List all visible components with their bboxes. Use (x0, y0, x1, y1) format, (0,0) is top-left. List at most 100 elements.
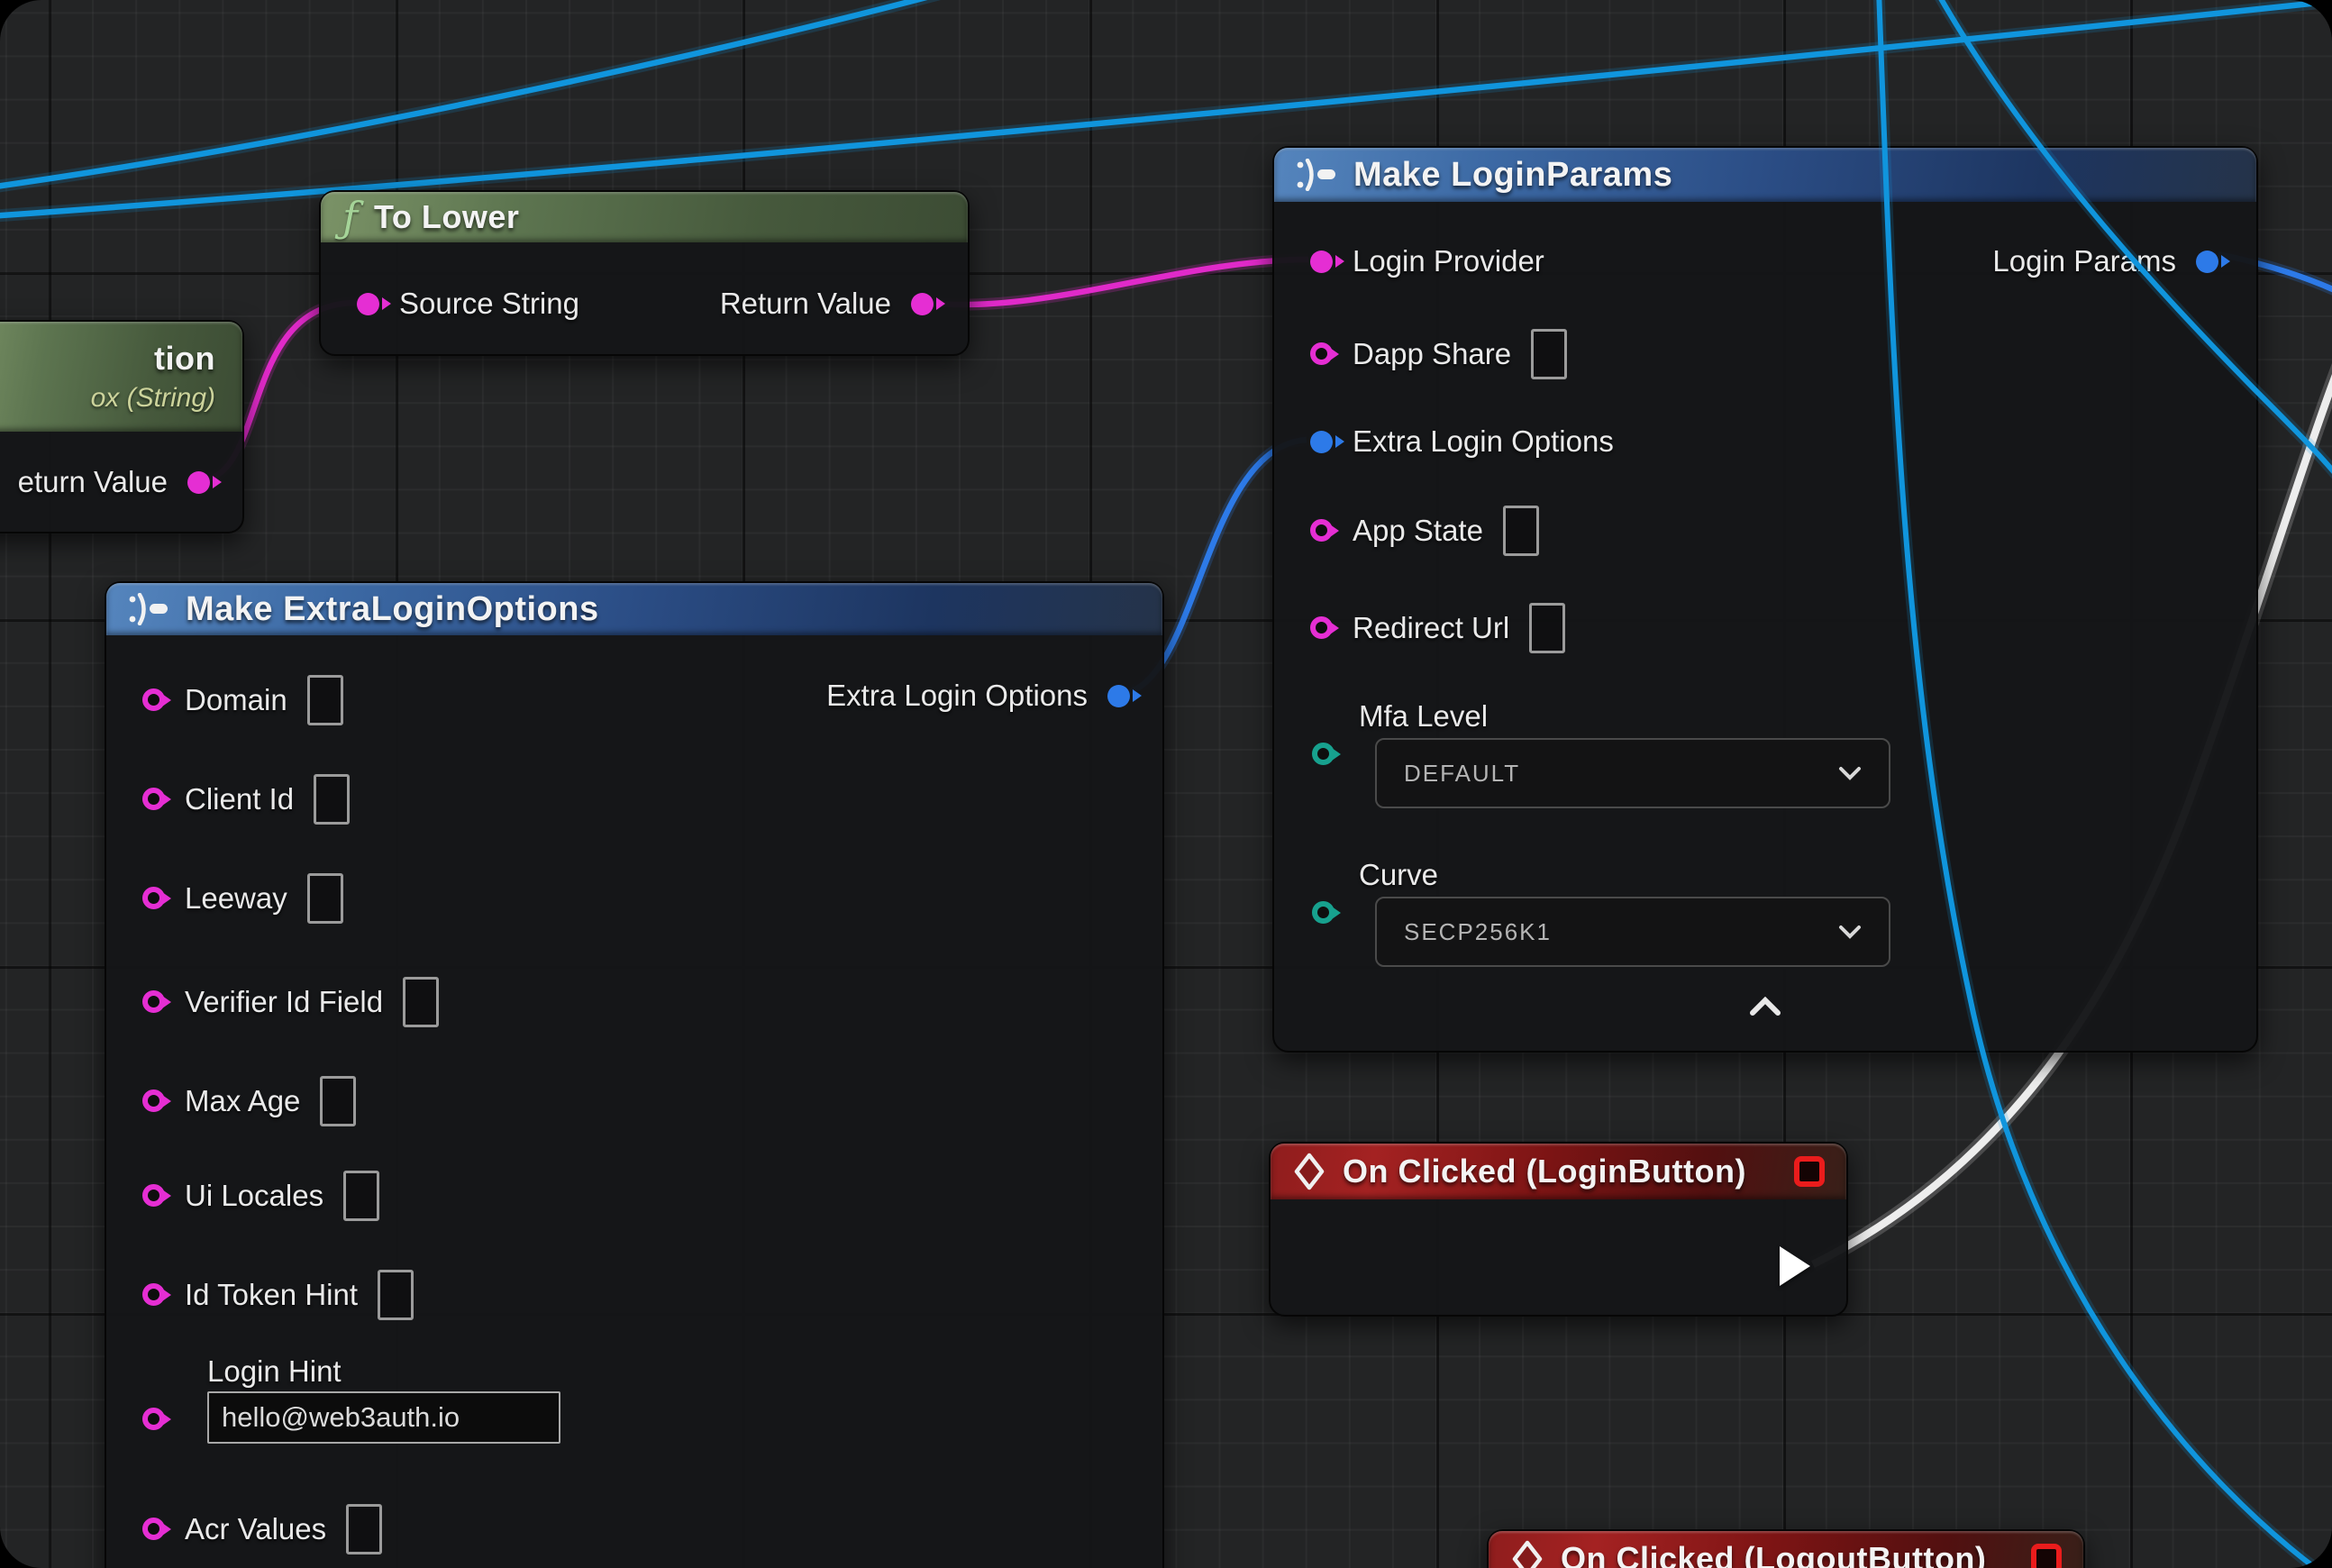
pin-row: Extra Login Options (1310, 424, 1614, 460)
pin-row: Extra Login Options (826, 678, 1130, 714)
node-title: Make ExtraLoginOptions (186, 590, 599, 629)
make-struct-icon (1296, 159, 1337, 191)
chevron-down-icon (1838, 766, 1862, 780)
source-string-input-pin[interactable] (357, 293, 379, 315)
ui-locales-checkbox[interactable] (343, 1171, 379, 1221)
pin-row: Return Value (720, 286, 934, 322)
ui-locales-input-pin[interactable] (142, 1184, 165, 1207)
node-make-extra-login-options[interactable]: Make ExtraLoginOptions Extra Login Optio… (105, 581, 1164, 1568)
mfa-level-label: Mfa Level (1359, 699, 1488, 734)
redirect-url-checkbox[interactable] (1529, 603, 1565, 653)
pin-label: Return Value (720, 287, 891, 321)
acr-values-checkbox[interactable] (346, 1504, 382, 1554)
mfa-level-input-pin[interactable] (1312, 743, 1335, 765)
extra-login-options-input-pin[interactable] (1310, 431, 1333, 453)
dropdown-value: DEFAULT (1404, 760, 1520, 788)
curve-label: Curve (1359, 858, 1438, 892)
pin-row: Leeway (142, 872, 343, 924)
pin-label: eturn Value (18, 465, 168, 499)
node-make-login-params-header[interactable]: Make LoginParams (1274, 148, 2256, 202)
pin-label: Login Hint (207, 1354, 342, 1389)
pin-label: Ui Locales (185, 1179, 323, 1213)
node-get-selected-option-header[interactable]: tion ox (String) (0, 322, 242, 432)
pin-row: eturn Value (18, 464, 210, 500)
id-token-hint-input-pin[interactable] (142, 1283, 165, 1306)
login-hint-input[interactable] (207, 1391, 560, 1444)
pin-label: Acr Values (185, 1512, 326, 1546)
redirect-url-input-pin[interactable] (1310, 616, 1333, 639)
max-age-checkbox[interactable] (320, 1076, 356, 1126)
leeway-input-pin[interactable] (142, 887, 165, 909)
app-state-input-pin[interactable] (1310, 519, 1333, 542)
dapp-share-input-pin[interactable] (1310, 342, 1333, 365)
pin-label: App State (1353, 514, 1483, 548)
pin-row: Id Token Hint (142, 1269, 414, 1320)
acr-values-input-pin[interactable] (142, 1518, 165, 1540)
pin-label: Login Provider (1353, 244, 1544, 278)
node-on-clicked-login-button-header[interactable]: On Clicked (LoginButton) (1271, 1144, 1846, 1199)
return-value-output-pin[interactable] (911, 293, 934, 315)
node-on-clicked-logout-button[interactable]: On Clicked (LogoutButton) (1487, 1529, 2085, 1568)
blueprint-canvas[interactable]: tion ox (String) eturn Value ƒ To Lower … (0, 0, 2332, 1568)
login-params-output-pin[interactable] (2196, 251, 2218, 273)
pin-label: Verifier Id Field (185, 985, 383, 1019)
leeway-checkbox[interactable] (307, 873, 343, 924)
pin-row: Max Age (142, 1075, 356, 1126)
function-icon: ƒ (342, 196, 358, 238)
max-age-input-pin[interactable] (142, 1089, 165, 1112)
client-id-checkbox[interactable] (314, 774, 350, 825)
id-token-hint-checkbox[interactable] (378, 1270, 414, 1320)
verifier-id-field-checkbox[interactable] (403, 977, 439, 1027)
pin-row: Client Id (142, 773, 350, 825)
node-make-login-params[interactable]: Make LoginParams Login Params Login Prov… (1272, 146, 2258, 1053)
pin-row: Domain (142, 674, 343, 725)
curve-input-pin[interactable] (1312, 901, 1335, 924)
curve-dropdown[interactable]: SECP256K1 (1375, 897, 1890, 967)
pin-label: Domain (185, 683, 287, 717)
node-on-clicked-logout-button-header[interactable]: On Clicked (LogoutButton) (1489, 1531, 2083, 1568)
domain-input-pin[interactable] (142, 688, 165, 711)
chevron-down-icon (1838, 925, 1862, 939)
wire-long-top-a[interactable] (0, 0, 957, 187)
event-bound-icon (1794, 1156, 1825, 1187)
pin-row: Login Provider (1310, 243, 1544, 279)
pin-row: Redirect Url (1310, 602, 1565, 653)
collapse-node-button[interactable] (1749, 997, 1781, 1021)
exec-output-pin[interactable] (1780, 1246, 1810, 1286)
pin-label: Dapp Share (1353, 337, 1511, 371)
event-diamond-icon (1510, 1539, 1544, 1568)
pin-label: Extra Login Options (826, 679, 1088, 713)
node-title: On Clicked (LoginButton) (1343, 1153, 1746, 1190)
pin-row: Ui Locales (142, 1170, 379, 1221)
pin-label: Id Token Hint (185, 1278, 358, 1312)
app-state-checkbox[interactable] (1503, 506, 1539, 556)
dapp-share-checkbox[interactable] (1531, 329, 1567, 379)
node-title: On Clicked (LogoutButton) (1561, 1540, 1986, 1568)
node-subtitle: ox (String) (91, 383, 215, 414)
node-to-lower[interactable]: ƒ To Lower Source String Return Value (319, 190, 970, 356)
verifier-id-field-input-pin[interactable] (142, 990, 165, 1013)
pin-row: Login Params (1992, 243, 2218, 279)
event-diamond-icon (1292, 1152, 1326, 1191)
pin-row: Dapp Share (1310, 328, 1567, 379)
domain-checkbox[interactable] (307, 675, 343, 725)
pin-row: App State (1310, 505, 1539, 556)
pin-label: Max Age (185, 1084, 300, 1118)
pin-row: Source String (357, 286, 579, 322)
pin-label: Extra Login Options (1353, 424, 1614, 459)
return-value-output-pin[interactable] (187, 471, 210, 494)
event-bound-icon (2031, 1544, 2062, 1568)
node-get-selected-option[interactable]: tion ox (String) eturn Value (0, 320, 244, 533)
mfa-level-dropdown[interactable]: DEFAULT (1375, 738, 1890, 808)
login-hint-input-pin[interactable] (142, 1408, 165, 1430)
client-id-input-pin[interactable] (142, 788, 165, 810)
pin-label: Leeway (185, 881, 287, 916)
login-provider-input-pin[interactable] (1310, 251, 1333, 273)
wire-string-tolower-to-loginprovider[interactable] (926, 260, 1308, 305)
node-title: tion (154, 340, 215, 378)
extra-login-options-output-pin[interactable] (1107, 685, 1130, 707)
node-make-extra-login-options-header[interactable]: Make ExtraLoginOptions (106, 583, 1162, 635)
node-to-lower-header[interactable]: ƒ To Lower (321, 192, 968, 242)
node-on-clicked-login-button[interactable]: On Clicked (LoginButton) (1269, 1142, 1848, 1317)
chevron-up-icon (1749, 997, 1781, 1016)
